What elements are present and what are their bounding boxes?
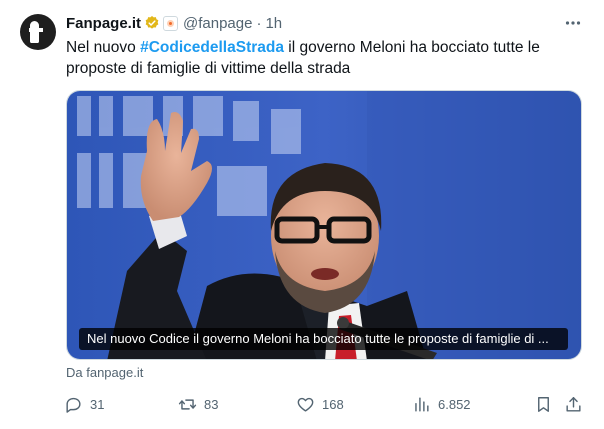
like-icon (297, 397, 314, 412)
bookmark-button[interactable] (534, 392, 553, 416)
retweet-icon (178, 398, 197, 410)
like-button[interactable]: 168 (296, 392, 344, 416)
tweet[interactable]: Fanpage.it @fanpage · 1h Nel nuovo #Codi… (0, 0, 604, 429)
tweet-header: Fanpage.it @fanpage · 1h (66, 13, 282, 33)
views-button[interactable]: 6.852 (412, 392, 471, 416)
author-handle[interactable]: @fanpage (183, 15, 252, 32)
separator-dot: · (256, 14, 262, 32)
action-bar: 31 83 168 6.852 (60, 392, 590, 416)
media-card[interactable]: Nel nuovo Codice il governo Meloni ha bo… (66, 90, 582, 360)
like-count: 168 (322, 396, 344, 412)
hashtag-link[interactable]: #CodicedellaStrada (140, 39, 284, 56)
more-icon[interactable] (564, 14, 582, 32)
share-button[interactable] (564, 392, 583, 416)
verified-badge-icon (145, 16, 159, 29)
author-name[interactable]: Fanpage.it (66, 15, 141, 32)
bookmark-icon (538, 396, 549, 412)
media-photo (67, 91, 581, 359)
affiliate-badge-icon[interactable] (163, 15, 179, 31)
retweet-button[interactable]: 83 (178, 392, 218, 416)
avatar-logo-stem (30, 21, 39, 43)
tweet-text: Nel nuovo #CodicedellaStrada il governo … (66, 37, 586, 79)
avatar-logo-bar (29, 28, 43, 32)
retweet-count: 83 (204, 396, 219, 412)
reply-count: 31 (90, 396, 105, 412)
share-icon (566, 396, 581, 412)
link-source[interactable]: Da fanpage.it (66, 365, 143, 380)
views-count: 6.852 (438, 396, 471, 412)
reply-button[interactable]: 31 (64, 392, 104, 416)
reply-icon (66, 397, 81, 413)
tweet-text-before: Nel nuovo (66, 39, 141, 56)
avatar[interactable] (20, 14, 56, 50)
media-caption: Nel nuovo Codice il governo Meloni ha bo… (79, 328, 568, 350)
tweet-time[interactable]: 1h (265, 15, 282, 32)
views-icon (415, 396, 429, 412)
